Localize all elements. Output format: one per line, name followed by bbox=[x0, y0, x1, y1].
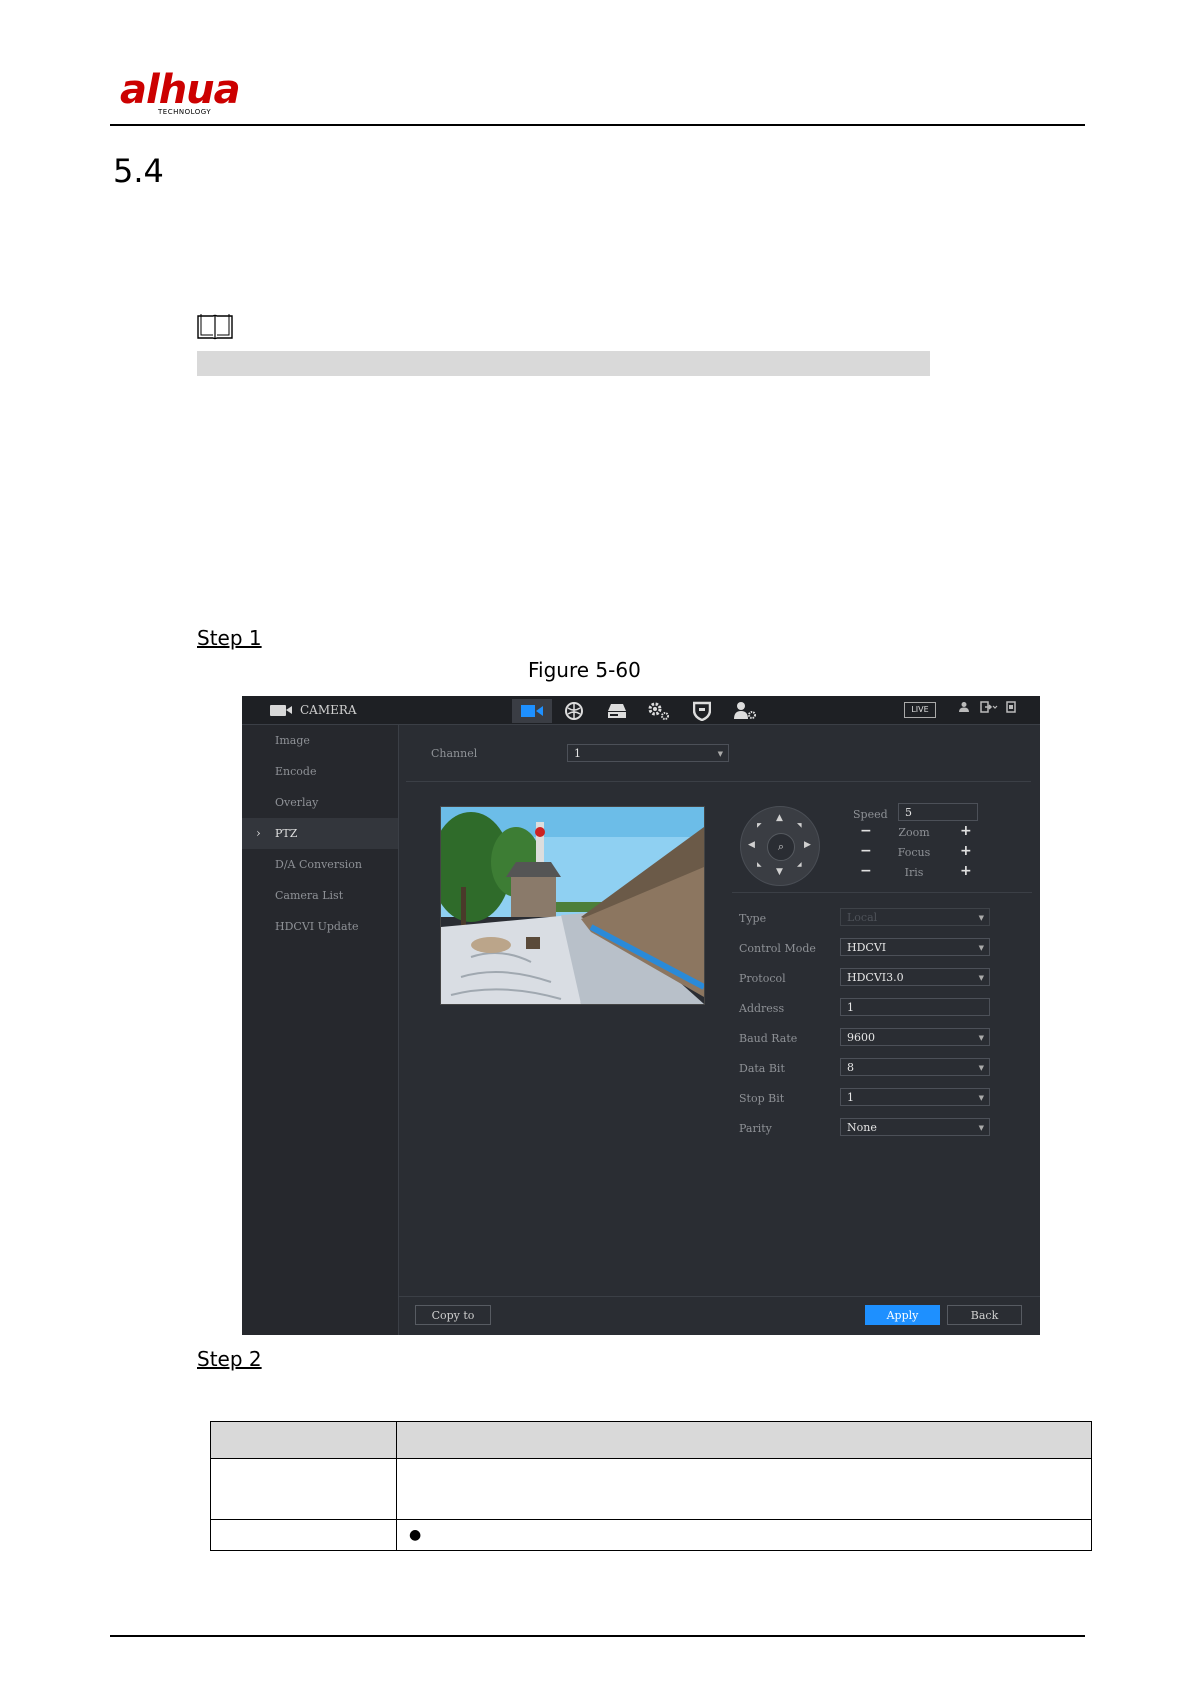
dahua-logo: alhua TECHNOLOGY bbox=[120, 70, 260, 120]
back-button[interactable]: Back bbox=[947, 1305, 1022, 1325]
apply-button[interactable]: Apply bbox=[865, 1305, 940, 1325]
step-2-label: Step 2 bbox=[197, 1347, 262, 1371]
arrow-up-icon[interactable]: ▲ bbox=[776, 813, 783, 823]
window-title: CAMERA bbox=[300, 703, 357, 717]
network-icon[interactable] bbox=[554, 699, 594, 723]
stop-bit-select[interactable]: 1 bbox=[840, 1088, 990, 1107]
step-1-label: Step 1 bbox=[197, 626, 262, 650]
live-button[interactable]: LIVE bbox=[904, 702, 936, 718]
section-number: 5.4 bbox=[113, 152, 164, 190]
sidebar-item-camera-list[interactable]: Camera List bbox=[242, 880, 398, 911]
security-shield-icon[interactable] bbox=[682, 699, 722, 723]
table-cell bbox=[396, 1458, 1092, 1520]
sidebar-item-image[interactable]: Image bbox=[242, 725, 398, 756]
zoom-label: Zoom bbox=[898, 826, 930, 839]
stop-bit-label: Stop Bit bbox=[739, 1092, 785, 1105]
camera-ptz-screenshot: CAMERA LIVE Image Encode Overlay › PTZ D… bbox=[242, 696, 1040, 1335]
sidebar-item-da-conversion[interactable]: D/A Conversion bbox=[242, 849, 398, 880]
sidebar-item-encode[interactable]: Encode bbox=[242, 756, 398, 787]
control-mode-select[interactable]: HDCVI bbox=[840, 938, 990, 957]
table-cell bbox=[210, 1519, 397, 1551]
logout-icon[interactable] bbox=[980, 701, 998, 717]
bullet-point: ● bbox=[396, 1519, 1092, 1551]
zoom-box-icon[interactable]: ⌕ bbox=[767, 833, 795, 861]
camera-tab-icon[interactable] bbox=[512, 699, 552, 723]
arrow-right-icon[interactable]: ▶ bbox=[804, 840, 811, 850]
parameter-table: ● bbox=[210, 1421, 1092, 1551]
system-settings-icon[interactable] bbox=[639, 699, 679, 723]
table-header-cell bbox=[396, 1421, 1092, 1459]
figure-caption: Figure 5-60 bbox=[528, 658, 641, 682]
protocol-label: Protocol bbox=[739, 972, 786, 985]
data-bit-label: Data Bit bbox=[739, 1062, 785, 1075]
iris-label: Iris bbox=[904, 866, 924, 879]
chevron-right-icon: › bbox=[256, 826, 261, 840]
zoom-plus-button[interactable]: + bbox=[960, 823, 972, 839]
baud-rate-select[interactable]: 9600 bbox=[840, 1028, 990, 1047]
table-cell bbox=[210, 1458, 397, 1520]
channel-label: Channel bbox=[431, 747, 478, 760]
logo-subtext: TECHNOLOGY bbox=[158, 108, 212, 116]
sidebar-item-ptz[interactable]: › PTZ bbox=[242, 818, 398, 849]
table-header-cell bbox=[210, 1421, 397, 1459]
copy-to-button[interactable]: Copy to bbox=[415, 1305, 491, 1325]
iris-minus-button[interactable]: − bbox=[860, 863, 872, 879]
camera-icon bbox=[270, 705, 292, 716]
baud-rate-label: Baud Rate bbox=[739, 1032, 798, 1045]
fullscreen-icon[interactable] bbox=[1006, 701, 1016, 717]
channel-select[interactable]: 1 bbox=[567, 744, 729, 763]
note-book-icon bbox=[197, 314, 233, 340]
sidebar-item-hdcvi-update[interactable]: HDCVI Update bbox=[242, 911, 398, 942]
arrow-up-right-icon[interactable]: ◥ bbox=[797, 822, 802, 829]
parity-label: Parity bbox=[739, 1122, 772, 1135]
account-icon[interactable] bbox=[725, 699, 765, 723]
arrow-down-right-icon[interactable]: ◢ bbox=[797, 861, 802, 868]
divider bbox=[406, 781, 1031, 782]
focus-plus-button[interactable]: + bbox=[960, 843, 972, 859]
zoom-minus-button[interactable]: − bbox=[860, 823, 872, 839]
header-rule bbox=[110, 124, 1085, 126]
type-select[interactable]: Local bbox=[840, 908, 990, 927]
arrow-up-left-icon[interactable]: ◤ bbox=[757, 822, 762, 829]
camera-preview-image bbox=[440, 806, 705, 1005]
storage-icon[interactable] bbox=[597, 699, 637, 723]
address-label: Address bbox=[739, 1002, 785, 1015]
table-header-row bbox=[210, 1421, 1092, 1459]
iris-plus-button[interactable]: + bbox=[960, 863, 972, 879]
arrow-down-icon[interactable]: ▼ bbox=[776, 867, 783, 877]
divider bbox=[732, 892, 1032, 893]
table-row: ● bbox=[210, 1519, 1092, 1551]
ptz-direction-pad[interactable]: ▲ ▼ ◀ ▶ ◤ ◥ ◣ ◢ ⌕ bbox=[740, 806, 820, 886]
protocol-select[interactable]: HDCVI3.0 bbox=[840, 968, 990, 987]
arrow-down-left-icon[interactable]: ◣ bbox=[757, 861, 762, 868]
focus-minus-button[interactable]: − bbox=[860, 843, 872, 859]
settings-sidebar: Image Encode Overlay › PTZ D/A Conversion… bbox=[242, 725, 399, 1335]
bottom-bar: Copy to Apply Back bbox=[398, 1296, 1040, 1335]
speed-input[interactable]: 5 bbox=[898, 803, 978, 821]
control-mode-label: Control Mode bbox=[739, 942, 816, 955]
focus-label: Focus bbox=[897, 846, 931, 859]
footer-rule bbox=[110, 1635, 1085, 1637]
user-icon[interactable] bbox=[958, 701, 970, 717]
note-bar bbox=[197, 351, 930, 376]
parity-select[interactable]: None bbox=[840, 1118, 990, 1137]
table-row bbox=[210, 1458, 1092, 1520]
sidebar-item-overlay[interactable]: Overlay bbox=[242, 787, 398, 818]
arrow-left-icon[interactable]: ◀ bbox=[748, 840, 755, 850]
type-label: Type bbox=[739, 912, 767, 925]
data-bit-select[interactable]: 8 bbox=[840, 1058, 990, 1077]
top-bar: CAMERA LIVE bbox=[242, 696, 1040, 725]
address-input[interactable]: 1 bbox=[840, 998, 990, 1016]
logo-wordmark: alhua bbox=[120, 67, 241, 113]
speed-label: Speed bbox=[853, 808, 888, 821]
